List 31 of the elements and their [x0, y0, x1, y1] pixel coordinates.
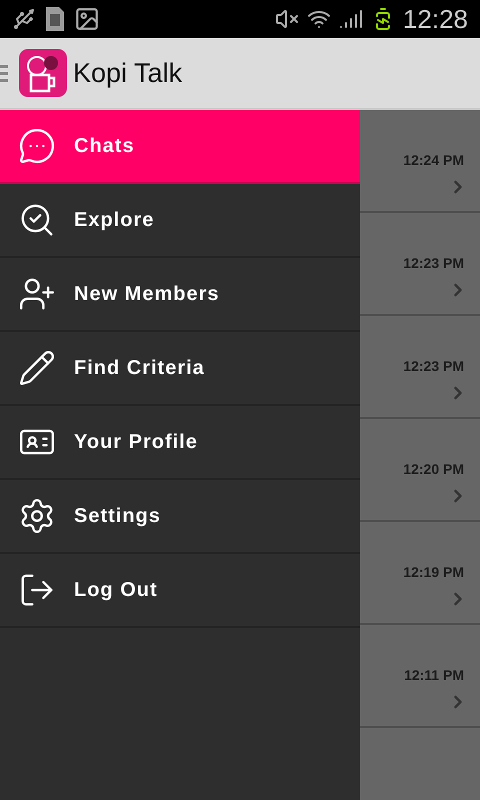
chat-row[interactable]: 12:24 PM — [360, 110, 480, 213]
chat-time: 12:23 PM — [403, 254, 464, 273]
mute-icon — [274, 7, 299, 31]
app-title: Kopi Talk — [73, 56, 182, 90]
chat-row[interactable]: 12:11 PM — [360, 625, 480, 728]
menu-label: New Members — [74, 282, 220, 307]
signal-icon — [338, 7, 363, 31]
menu-label: Explore — [74, 208, 154, 233]
menu-label: Your Profile — [74, 430, 198, 455]
usb-icon — [12, 7, 36, 31]
chat-row[interactable]: 12:23 PM — [360, 213, 480, 316]
chat-time: 12:19 PM — [403, 563, 464, 582]
chat-row[interactable]: 12:19 PM — [360, 522, 480, 625]
menu-label: Find Criteria — [74, 356, 205, 381]
chat-time: 12:11 PM — [404, 666, 464, 685]
status-time: 12:28 — [402, 2, 468, 36]
menu-icon[interactable] — [0, 63, 8, 83]
menu-label: Chats — [74, 134, 135, 159]
chat-time: 12:24 PM — [403, 151, 464, 170]
sim-card-icon — [44, 6, 66, 32]
menu-label: Log Out — [74, 578, 158, 603]
menu-label: Settings — [74, 504, 161, 529]
pencil-icon — [18, 349, 56, 387]
menu-item[interactable]: Chats — [0, 110, 360, 184]
chat-row[interactable]: 12:20 PM — [360, 419, 480, 522]
image-icon — [74, 6, 100, 32]
chat-time: 12:23 PM — [403, 357, 464, 376]
chat-bubble-icon — [18, 127, 56, 165]
app-logo-icon[interactable] — [19, 49, 67, 97]
chat-time: 12:20 PM — [403, 460, 464, 479]
chat-row[interactable]: 12:23 PM — [360, 316, 480, 419]
